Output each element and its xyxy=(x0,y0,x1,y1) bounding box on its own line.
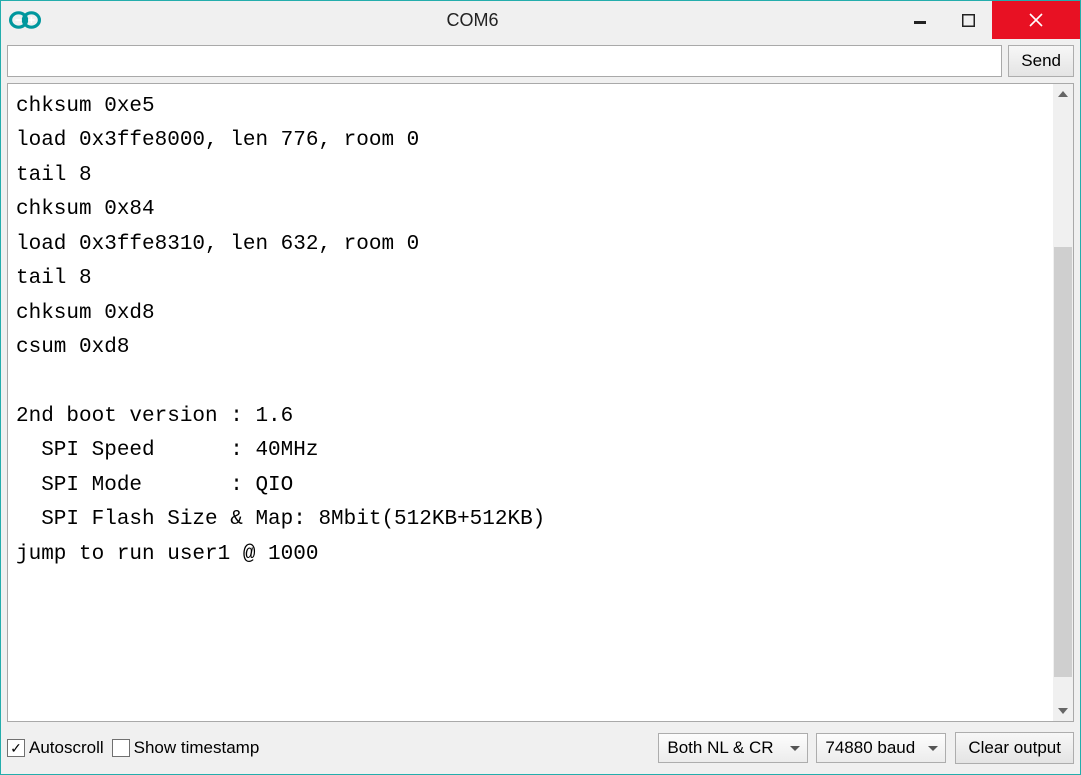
show-timestamp-label: Show timestamp xyxy=(134,738,260,758)
scrollbar-thumb[interactable] xyxy=(1054,247,1072,677)
baud-rate-value: 74880 baud xyxy=(825,738,915,758)
scrollbar-track[interactable] xyxy=(1053,104,1073,701)
line-ending-select[interactable]: Both NL & CR xyxy=(658,733,808,763)
input-row: Send xyxy=(1,39,1080,83)
minimize-button[interactable] xyxy=(896,1,944,39)
output-panel: chksum 0xe5 load 0x3ffe8000, len 776, ro… xyxy=(7,83,1074,722)
checkbox-icon xyxy=(112,739,130,757)
status-bar: Autoscroll Show timestamp Both NL & CR 7… xyxy=(7,728,1074,768)
maximize-button[interactable] xyxy=(944,1,992,39)
show-timestamp-checkbox[interactable]: Show timestamp xyxy=(112,738,260,758)
close-button[interactable] xyxy=(992,1,1080,39)
autoscroll-label: Autoscroll xyxy=(29,738,104,758)
autoscroll-checkbox[interactable]: Autoscroll xyxy=(7,738,104,758)
serial-input[interactable] xyxy=(7,45,1002,77)
serial-output: chksum 0xe5 load 0x3ffe8000, len 776, ro… xyxy=(8,84,1053,721)
window-title: COM6 xyxy=(49,1,896,39)
send-button[interactable]: Send xyxy=(1008,45,1074,77)
clear-output-button[interactable]: Clear output xyxy=(955,732,1074,764)
arduino-logo-icon xyxy=(1,1,49,39)
titlebar: COM6 xyxy=(1,1,1080,39)
baud-rate-select[interactable]: 74880 baud xyxy=(816,733,946,763)
checkbox-icon xyxy=(7,739,25,757)
serial-monitor-window: COM6 Send chksum 0xe5 load 0x3ffe8000, l… xyxy=(0,0,1081,775)
line-ending-value: Both NL & CR xyxy=(667,738,773,758)
scroll-down-button[interactable] xyxy=(1053,701,1073,721)
scroll-up-button[interactable] xyxy=(1053,84,1073,104)
window-controls xyxy=(896,1,1080,39)
vertical-scrollbar[interactable] xyxy=(1053,84,1073,721)
